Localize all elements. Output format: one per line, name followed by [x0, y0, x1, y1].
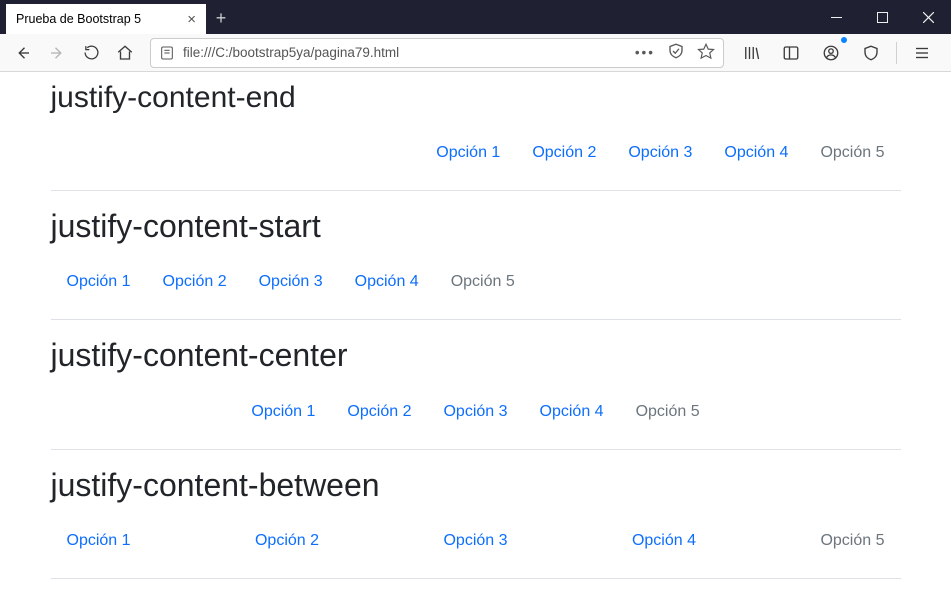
nav-between: Opción 1 Opción 2 Opción 3 Opción 4 Opción 5 [51, 520, 901, 574]
url-bar[interactable]: file:///C:/bootstrap5ya/pagina79.html ••… [150, 38, 724, 68]
section-divider [51, 578, 901, 579]
page-viewport[interactable]: justify-content-endOpción 1Opción 2Opció… [0, 72, 951, 594]
nav-link[interactable]: Opción 1 [235, 397, 331, 427]
nav-item: Opción 1 [51, 267, 147, 297]
nav-item: Opción 1 [420, 138, 516, 168]
nav-link-disabled: Opción 5 [804, 526, 900, 556]
nav-end: Opción 1Opción 2Opción 3Opción 4Opción 5 [51, 132, 901, 186]
nav-link[interactable]: Opción 1 [51, 267, 147, 297]
nav-item: Opción 4 [616, 526, 712, 556]
section-divider [51, 319, 901, 320]
nav-item: Opción 4 [524, 397, 620, 427]
section-divider [51, 449, 901, 450]
shield-icon[interactable] [856, 38, 886, 68]
section-heading: justify-content-start [51, 207, 901, 245]
nav-center: Opción 1Opción 2Opción 3Opción 4Opción 5 [51, 391, 901, 445]
nav-item: Opción 2 [516, 138, 612, 168]
nav-item: Opción 1 [51, 526, 147, 556]
nav-item: Opción 2 [147, 267, 243, 297]
url-text: file:///C:/bootstrap5ya/pagina79.html [183, 45, 399, 60]
nav-link-disabled: Opción 5 [804, 138, 900, 168]
sidebar-icon[interactable] [776, 38, 806, 68]
nav-item: Opción 3 [612, 138, 708, 168]
nav-link[interactable]: Opción 3 [243, 267, 339, 297]
nav-item: Opción 3 [243, 267, 339, 297]
nav-item: Opción 1 [235, 397, 331, 427]
nav-item: Opción 5 [620, 397, 716, 427]
more-icon[interactable]: ••• [635, 45, 655, 60]
nav-link[interactable]: Opción 3 [427, 397, 523, 427]
nav-link[interactable]: Opción 1 [420, 138, 516, 168]
nav-item: Opción 5 [804, 526, 900, 556]
page-content: justify-content-endOpción 1Opción 2Opció… [51, 72, 901, 594]
minimize-button[interactable] [813, 0, 859, 34]
nav-link[interactable]: Opción 3 [612, 138, 708, 168]
nav-item: Opción 3 [427, 526, 523, 556]
back-button[interactable] [8, 38, 38, 68]
nav-item: Opción 5 [435, 267, 531, 297]
nav-link[interactable]: Opción 2 [516, 138, 612, 168]
account-icon[interactable] [816, 38, 846, 68]
nav-item: Opción 2 [331, 397, 427, 427]
nav-link[interactable]: Opción 4 [524, 397, 620, 427]
browser-toolbar: file:///C:/bootstrap5ya/pagina79.html ••… [0, 34, 951, 72]
nav-link[interactable]: Opción 2 [147, 267, 243, 297]
nav-link[interactable]: Opción 4 [339, 267, 435, 297]
nav-link[interactable]: Opción 4 [708, 138, 804, 168]
toolbar-right-cluster [736, 38, 943, 68]
section-heading: justify-content-between [51, 466, 901, 504]
nav-item: Opción 5 [804, 138, 900, 168]
nav-link-disabled: Opción 5 [620, 397, 716, 427]
nav-item: Opción 4 [339, 267, 435, 297]
section-divider [51, 190, 901, 191]
nav-link[interactable]: Opción 2 [239, 526, 335, 556]
nav-link[interactable]: Opción 2 [331, 397, 427, 427]
nav-start: Opción 1Opción 2Opción 3Opción 4Opción 5 [51, 261, 901, 315]
close-tab-icon[interactable]: × [187, 11, 196, 28]
browser-tab-active[interactable]: Prueba de Bootstrap 5 × [6, 4, 206, 34]
library-icon[interactable] [736, 38, 766, 68]
maximize-button[interactable] [859, 0, 905, 34]
nav-link-disabled: Opción 5 [435, 267, 531, 297]
nav-link[interactable]: Opción 1 [51, 526, 147, 556]
tab-title: Prueba de Bootstrap 5 [16, 12, 141, 26]
page-info-icon[interactable] [159, 45, 175, 61]
nav-item: Opción 2 [239, 526, 335, 556]
home-button[interactable] [110, 38, 140, 68]
bookmark-star-icon[interactable] [697, 42, 715, 63]
nav-item: Opción 4 [708, 138, 804, 168]
window-titlebar: Prueba de Bootstrap 5 × + [0, 0, 951, 34]
menu-button[interactable] [907, 38, 937, 68]
toolbar-separator [896, 42, 897, 64]
nav-item: Opción 3 [427, 397, 523, 427]
close-window-button[interactable] [905, 0, 951, 34]
reload-button[interactable] [76, 38, 106, 68]
new-tab-button[interactable]: + [206, 3, 236, 34]
window-controls [813, 0, 951, 34]
nav-link[interactable]: Opción 4 [616, 526, 712, 556]
reader-shield-icon[interactable] [667, 42, 685, 63]
forward-button[interactable] [42, 38, 72, 68]
section-heading: justify-content-center [51, 336, 901, 374]
section-heading: justify-content-end [51, 80, 901, 116]
nav-link[interactable]: Opción 3 [427, 526, 523, 556]
